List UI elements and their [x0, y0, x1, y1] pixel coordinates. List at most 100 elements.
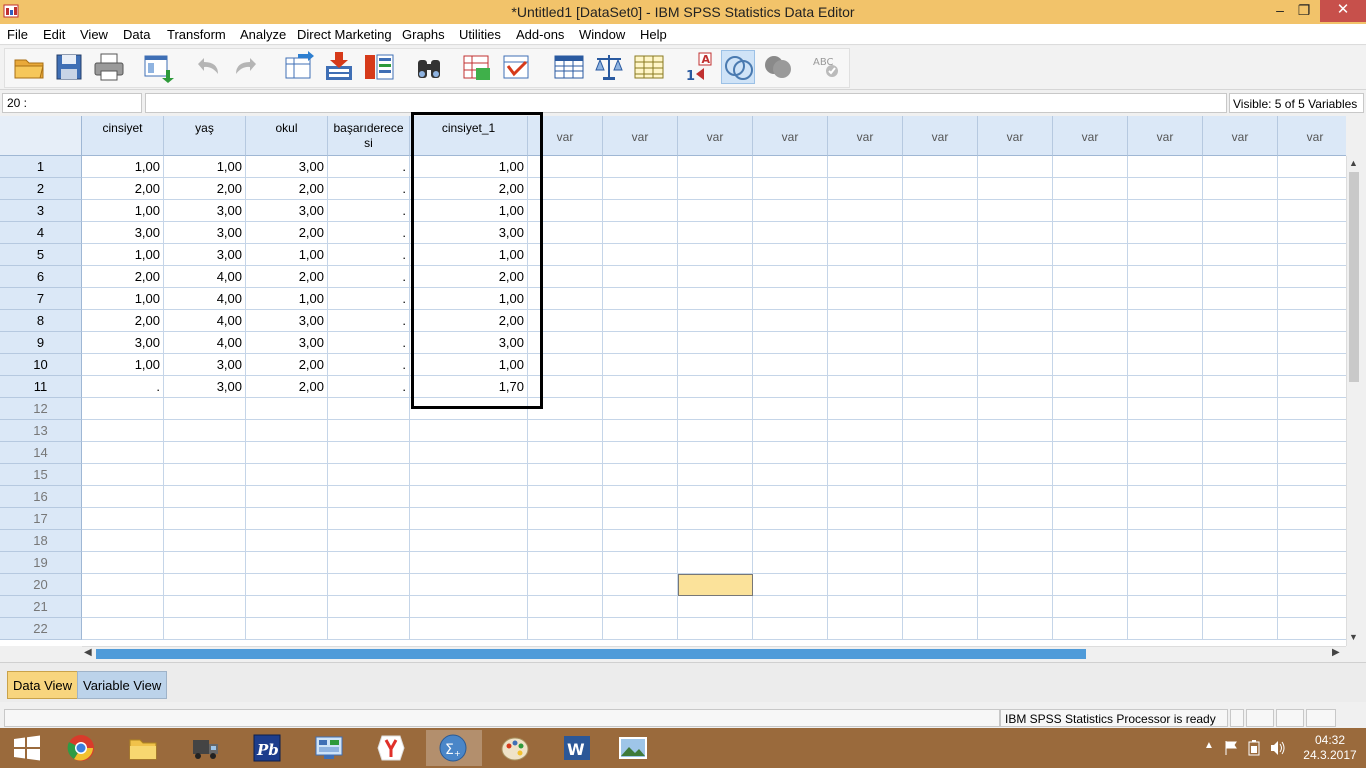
redo-icon[interactable]	[230, 50, 264, 84]
data-cell[interactable]	[828, 596, 903, 618]
data-cell[interactable]	[1053, 222, 1128, 244]
data-cell[interactable]: 2,00	[410, 178, 528, 200]
weight-cases-icon[interactable]	[592, 50, 626, 84]
data-cell[interactable]	[1203, 552, 1278, 574]
data-cell[interactable]	[978, 200, 1053, 222]
menu-add-ons[interactable]: Add-ons	[516, 27, 564, 42]
data-cell[interactable]	[1278, 288, 1346, 310]
data-cell[interactable]	[603, 618, 678, 640]
data-cell[interactable]	[603, 486, 678, 508]
data-cell[interactable]	[903, 574, 978, 596]
data-cell[interactable]	[82, 398, 164, 420]
row-header[interactable]: 18	[0, 530, 82, 552]
empty-var-header[interactable]: var	[753, 116, 828, 156]
data-cell[interactable]: 2,00	[82, 178, 164, 200]
data-cell[interactable]	[978, 574, 1053, 596]
data-cell[interactable]	[1278, 354, 1346, 376]
volume-icon[interactable]	[1270, 740, 1286, 756]
data-cell[interactable]	[1203, 332, 1278, 354]
data-cell[interactable]	[603, 376, 678, 398]
taskbar-chrome[interactable]	[54, 730, 110, 766]
data-cell[interactable]	[678, 244, 753, 266]
data-cell[interactable]	[828, 376, 903, 398]
empty-var-header[interactable]: var	[1203, 116, 1278, 156]
data-cell[interactable]	[603, 200, 678, 222]
data-cell[interactable]	[1128, 222, 1203, 244]
data-cell[interactable]	[1203, 464, 1278, 486]
data-cell[interactable]	[903, 288, 978, 310]
data-cell[interactable]: 2,00	[164, 178, 246, 200]
data-cell[interactable]	[678, 200, 753, 222]
data-cell[interactable]: .	[328, 244, 410, 266]
data-cell[interactable]	[903, 376, 978, 398]
data-cell[interactable]	[164, 508, 246, 530]
start-button[interactable]	[0, 730, 56, 766]
data-cell[interactable]	[82, 574, 164, 596]
data-cell[interactable]	[603, 420, 678, 442]
data-cell[interactable]	[1278, 574, 1346, 596]
data-cell[interactable]	[1278, 442, 1346, 464]
data-cell[interactable]: 2,00	[410, 310, 528, 332]
data-cell[interactable]	[753, 618, 828, 640]
data-cell[interactable]	[1053, 156, 1128, 178]
data-cell[interactable]	[978, 420, 1053, 442]
empty-var-header[interactable]: var	[1128, 116, 1203, 156]
data-cell[interactable]	[246, 530, 328, 552]
data-cell[interactable]	[978, 310, 1053, 332]
data-cell[interactable]	[82, 420, 164, 442]
data-cell[interactable]: 3,00	[410, 332, 528, 354]
data-cell[interactable]: 2,00	[82, 266, 164, 288]
data-cell[interactable]: .	[328, 222, 410, 244]
row-header[interactable]: 7	[0, 288, 82, 310]
data-cell[interactable]: 4,00	[164, 266, 246, 288]
row-header[interactable]: 3	[0, 200, 82, 222]
data-cell[interactable]	[828, 244, 903, 266]
data-cell[interactable]	[678, 288, 753, 310]
row-header[interactable]: 10	[0, 354, 82, 376]
data-cell[interactable]	[753, 486, 828, 508]
data-cell[interactable]: 1,00	[82, 156, 164, 178]
data-cell[interactable]: 1,00	[82, 244, 164, 266]
menu-graphs[interactable]: Graphs	[402, 27, 445, 42]
row-header[interactable]: 21	[0, 596, 82, 618]
data-cell[interactable]: .	[328, 200, 410, 222]
data-cell[interactable]: 1,00	[410, 244, 528, 266]
data-cell[interactable]	[82, 442, 164, 464]
empty-var-header[interactable]: var	[678, 116, 753, 156]
data-cell[interactable]	[678, 222, 753, 244]
value-labels-icon[interactable]: A1	[682, 50, 716, 84]
data-cell[interactable]: 2,00	[246, 354, 328, 376]
data-cell[interactable]: 1,00	[410, 288, 528, 310]
empty-var-header[interactable]: var	[903, 116, 978, 156]
data-cell[interactable]	[1203, 618, 1278, 640]
data-cell[interactable]: .	[328, 288, 410, 310]
data-cell[interactable]: 1,00	[410, 354, 528, 376]
data-cell[interactable]	[603, 530, 678, 552]
column-header-2[interactable]: yaş	[164, 116, 246, 156]
tray-expand-icon[interactable]: ▲	[1204, 740, 1214, 751]
data-cell[interactable]	[164, 596, 246, 618]
data-cell[interactable]	[164, 618, 246, 640]
data-cell[interactable]	[1203, 420, 1278, 442]
data-cell[interactable]	[753, 464, 828, 486]
data-cell[interactable]	[903, 156, 978, 178]
data-cell[interactable]	[753, 420, 828, 442]
data-cell[interactable]	[1278, 244, 1346, 266]
taskbar-control-panel[interactable]	[302, 730, 358, 766]
data-cell[interactable]: 2,00	[246, 222, 328, 244]
data-cell[interactable]: 3,00	[164, 376, 246, 398]
menu-direct-marketing[interactable]: Direct Marketing	[297, 27, 392, 42]
find-icon[interactable]	[412, 50, 446, 84]
data-cell[interactable]: .	[328, 376, 410, 398]
data-cell[interactable]	[246, 618, 328, 640]
data-cell[interactable]	[1278, 200, 1346, 222]
data-cell[interactable]: 3,00	[246, 310, 328, 332]
data-cell[interactable]	[1128, 596, 1203, 618]
data-cell[interactable]	[1053, 574, 1128, 596]
menu-edit[interactable]: Edit	[43, 27, 65, 42]
data-cell[interactable]	[328, 442, 410, 464]
data-cell[interactable]	[410, 486, 528, 508]
data-cell[interactable]	[603, 596, 678, 618]
data-cell[interactable]	[410, 596, 528, 618]
data-cell[interactable]	[528, 574, 603, 596]
